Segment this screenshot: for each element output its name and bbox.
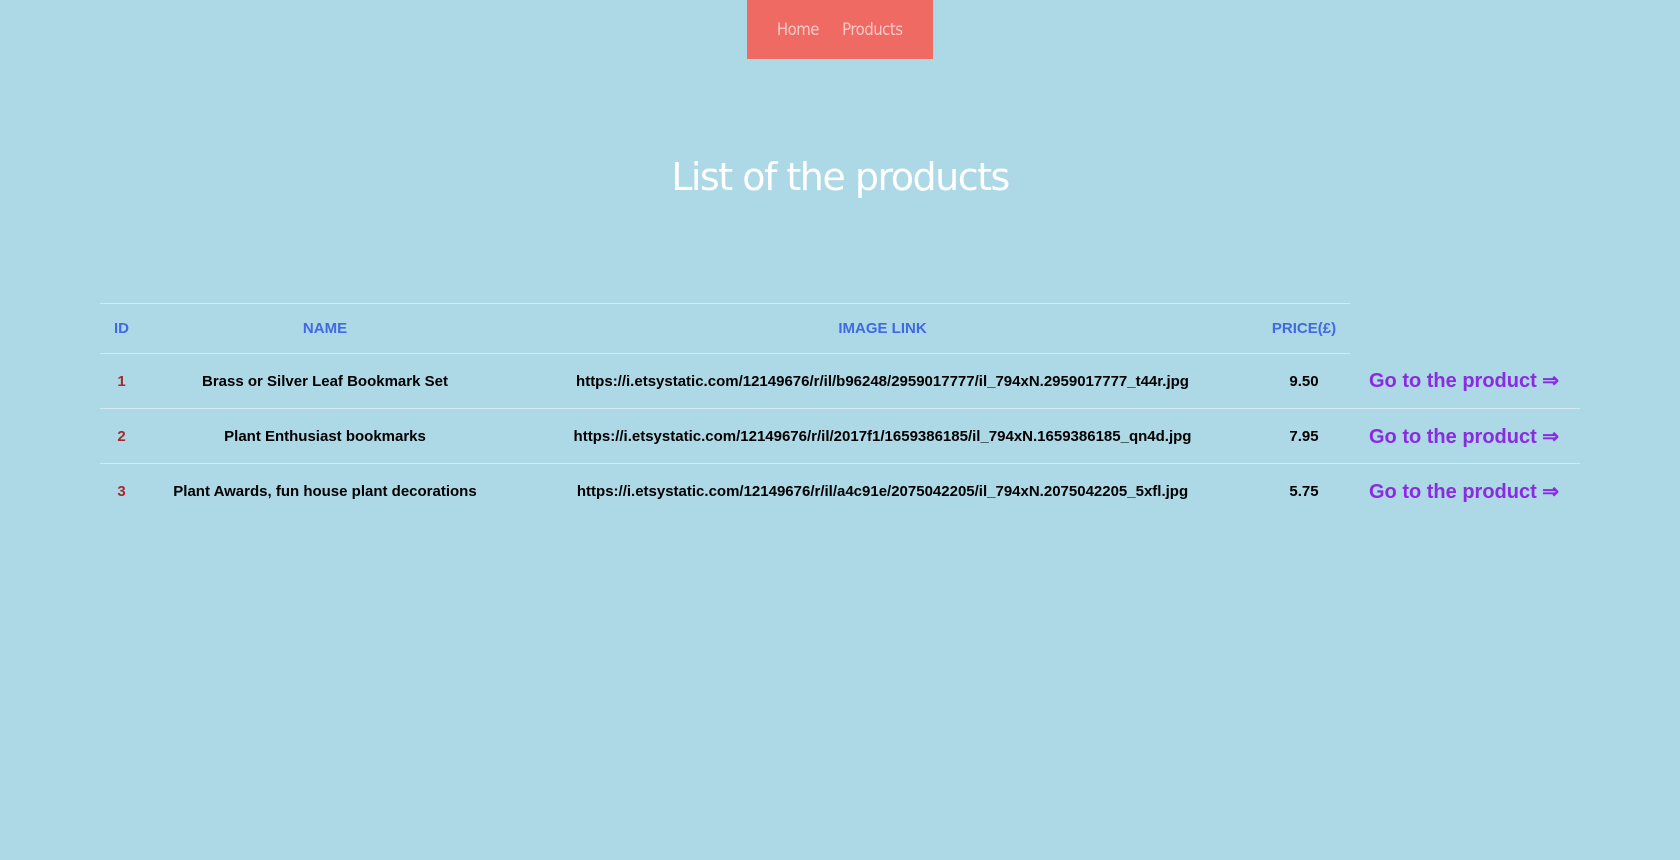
go-to-product-link[interactable]: Go to the product ⇒ — [1369, 426, 1559, 448]
product-price: 7.95 — [1258, 408, 1350, 464]
product-image-link: https://i.etsystatic.com/12149676/r/il/b… — [507, 353, 1258, 409]
nav-link-home[interactable]: Home — [777, 20, 820, 40]
top-nav: Home Products — [747, 0, 933, 59]
product-name: Plant Awards, fun house plant decoration… — [173, 482, 477, 500]
table-row: 1 Brass or Silver Leaf Bookmark Set http… — [100, 353, 1580, 409]
product-name: Brass or Silver Leaf Bookmark Set — [143, 353, 507, 409]
product-action-cell: Go to the product ⇒ — [1350, 353, 1580, 409]
product-id: 2 — [100, 408, 143, 464]
product-price: 5.75 — [1289, 482, 1319, 500]
product-image-link: https://i.etsystatic.com/12149676/r/il/2… — [507, 408, 1258, 464]
product-action-cell: Go to the product ⇒ — [1350, 464, 1580, 519]
column-header-id: ID — [100, 303, 143, 354]
product-image-link: https://i.etsystatic.com/12149676/r/il/a… — [576, 482, 1189, 500]
table-row: 2 Plant Enthusiast bookmarks https://i.e… — [100, 408, 1580, 464]
column-header-name: NAME — [143, 303, 507, 354]
column-header-action — [1350, 304, 1580, 354]
products-table: ID NAME IMAGE LINK PRICE(£) 1 Brass or S… — [100, 303, 1580, 518]
table-row: 3 Plant Awards, fun house plant decorati… — [100, 464, 1580, 519]
product-action-cell: Go to the product ⇒ — [1350, 408, 1580, 464]
product-id: 1 — [100, 353, 143, 409]
go-to-product-link[interactable]: Go to the product ⇒ — [1369, 370, 1559, 392]
table-header-row: ID NAME IMAGE LINK PRICE(£) — [100, 303, 1580, 354]
go-to-product-link[interactable]: Go to the product ⇒ — [1369, 481, 1559, 503]
product-id: 3 — [117, 482, 126, 500]
column-header-price: PRICE(£) — [1258, 303, 1350, 354]
nav-link-products[interactable]: Products — [842, 20, 903, 40]
product-name: Plant Enthusiast bookmarks — [143, 408, 507, 464]
page-title: List of the products — [671, 155, 1010, 199]
column-header-image-link: IMAGE LINK — [507, 303, 1258, 354]
product-price: 9.50 — [1258, 353, 1350, 409]
